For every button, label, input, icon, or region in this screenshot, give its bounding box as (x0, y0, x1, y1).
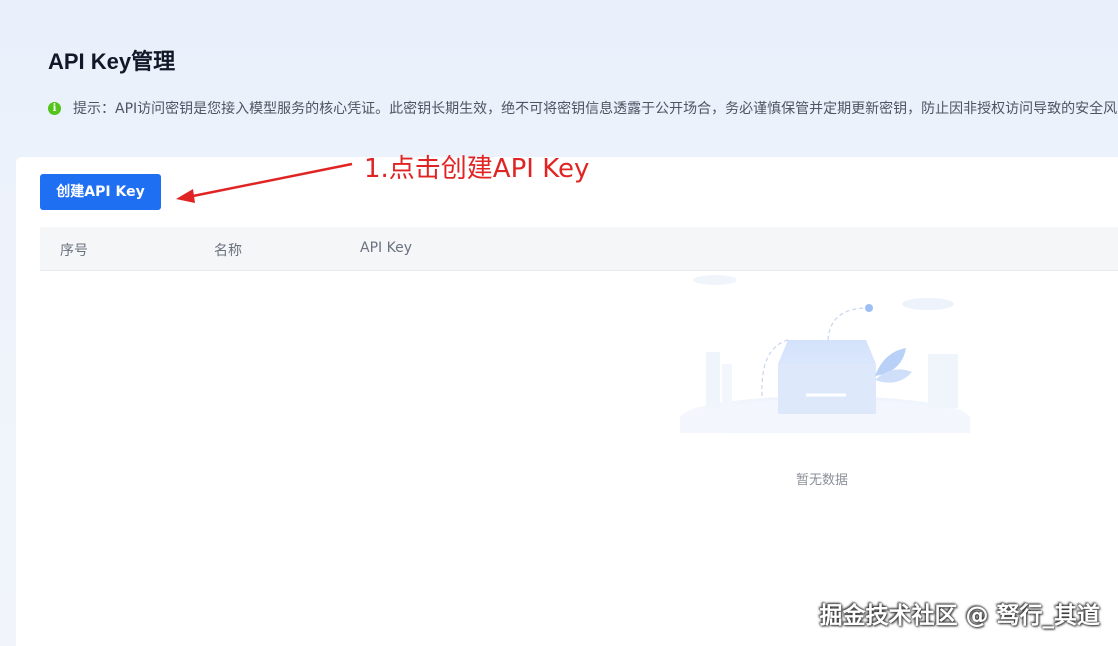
column-header-index: 序号 (60, 243, 88, 259)
tip-banner: i 提示：API访问密钥是您接入模型服务的核心凭证。此密钥长期生效，绝不可将密钥… (48, 98, 1118, 118)
create-api-key-button[interactable]: 创建API Key (40, 174, 161, 210)
table-header: 序号 名称 API Key (40, 227, 1118, 271)
column-header-name: 名称 (214, 243, 242, 259)
watermark: 掘金技术社区 @ 驽行_其道 (819, 603, 1100, 629)
empty-box-icon (680, 275, 970, 440)
column-header-api-key: API Key (360, 240, 412, 256)
empty-state-text: 暂无数据 (796, 473, 849, 488)
page-title: API Key管理 (48, 49, 176, 74)
info-icon: i (48, 101, 61, 115)
annotation-label: 1.点击创建API Key (364, 154, 590, 184)
tip-text: 提示：API访问密钥是您接入模型服务的核心凭证。此密钥长期生效，绝不可将密钥信息… (73, 101, 1118, 117)
